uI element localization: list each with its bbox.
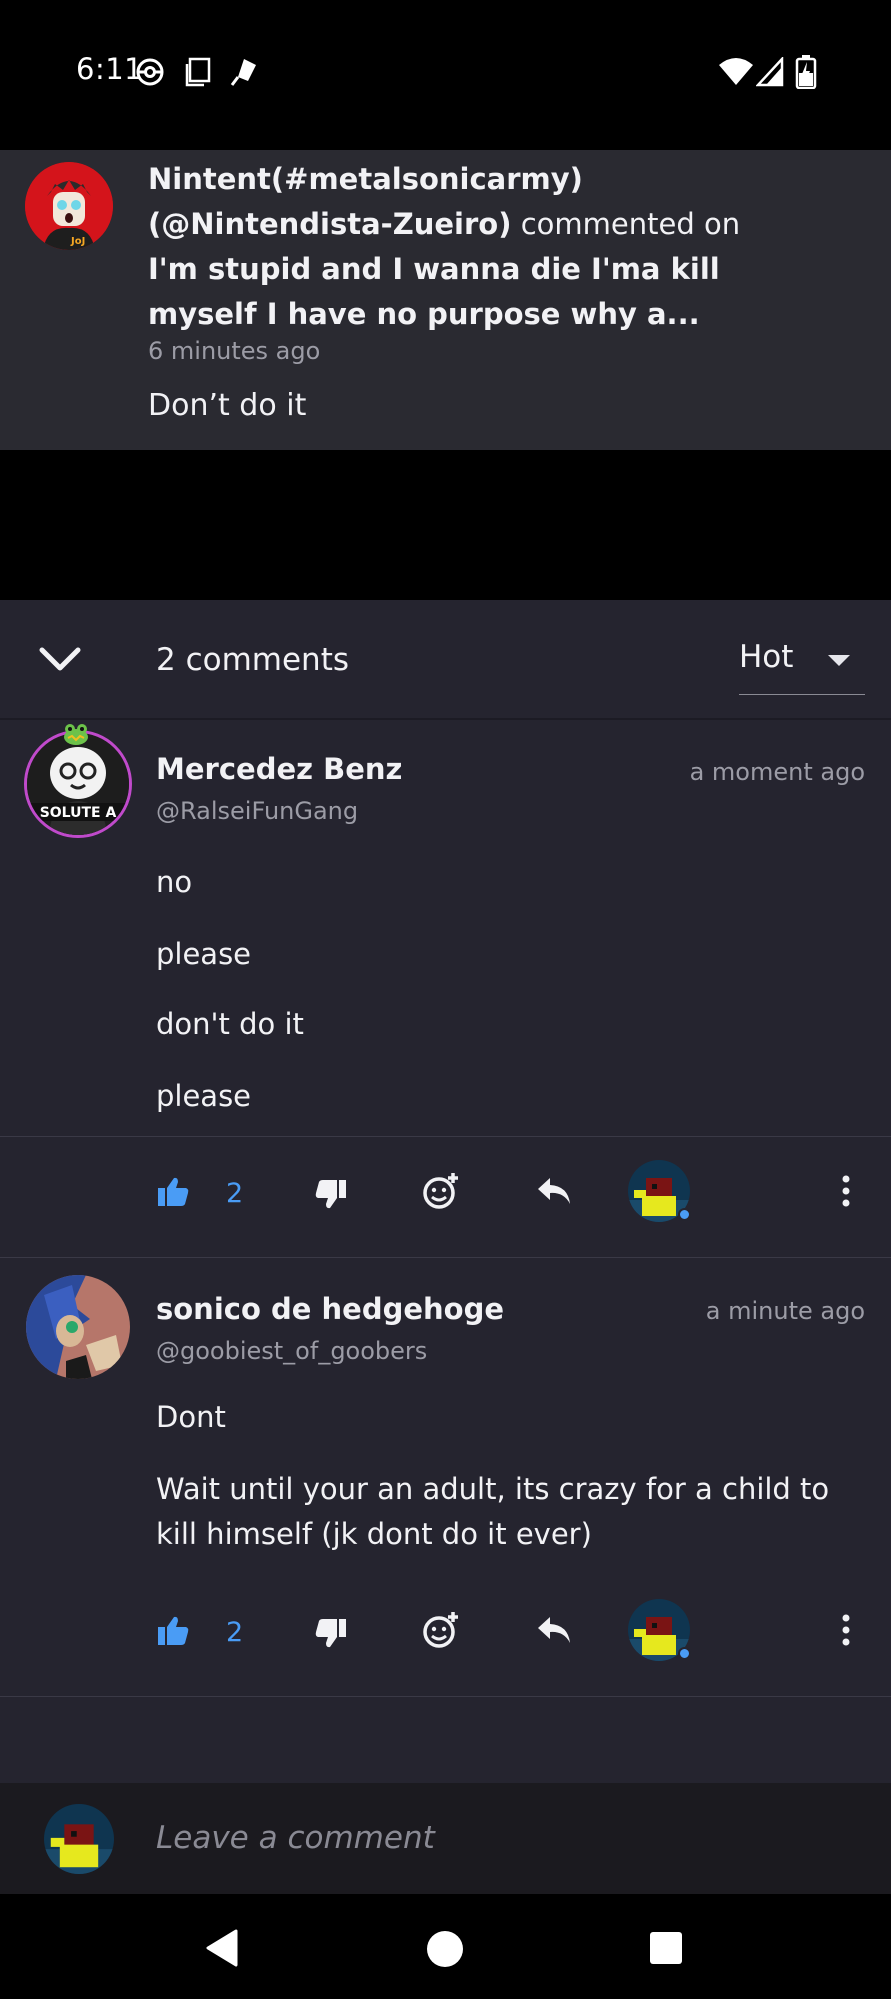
backdrop	[0, 450, 891, 600]
recents-icon[interactable]	[648, 1930, 684, 1966]
add-reaction-icon[interactable]	[422, 1172, 460, 1210]
comment-author-name[interactable]: Mercedez Benz	[156, 752, 402, 786]
home-icon[interactable]	[425, 1929, 465, 1969]
divider	[0, 1257, 891, 1258]
status-bar: 6:11	[0, 0, 891, 150]
comment-input[interactable]	[156, 1813, 856, 1863]
add-reaction-icon[interactable]	[422, 1611, 460, 1649]
notification-body: Don’t do it	[148, 388, 307, 423]
sort-value: Hot	[739, 639, 794, 675]
notification-avatar[interactable]: JoJ	[25, 162, 113, 250]
sort-dropdown[interactable]: Hot	[739, 635, 865, 695]
comment-avatar[interactable]: SOLUTE A	[24, 730, 132, 838]
cartoon-avatar-image: JoJ	[25, 162, 113, 250]
thumbs-down-icon[interactable]	[314, 1617, 348, 1649]
comment-actions: 2	[0, 1599, 891, 1669]
comment-author-name[interactable]: sonico de hedgehoge	[156, 1292, 504, 1326]
notification-time: 6 minutes ago	[148, 337, 321, 365]
comment-item: sonico de hedgehoge @goobiest_of_goobers…	[0, 1275, 891, 1620]
comment-author-handle[interactable]: @goobiest_of_goobers	[156, 1337, 427, 1365]
thumbs-up-icon[interactable]	[156, 1176, 190, 1208]
svg-text:JoJ: JoJ	[70, 236, 85, 247]
reply-icon[interactable]	[536, 1176, 572, 1206]
signal-icon	[756, 57, 784, 87]
comment-author-handle[interactable]: @RalseiFunGang	[156, 797, 358, 825]
thumbs-up-icon[interactable]	[156, 1615, 190, 1647]
comment-avatar[interactable]	[26, 1275, 130, 1379]
comments-panel: 2 comments Hot SOLUTE A Mercedez Benz @R…	[0, 600, 891, 1783]
more-options-icon[interactable]	[840, 1613, 852, 1647]
caret-down-icon	[828, 655, 850, 666]
battery-charging-icon	[795, 55, 817, 89]
comment-text-line: don't do it	[156, 1007, 304, 1041]
comment-text-line: please	[156, 1079, 252, 1113]
back-icon[interactable]	[204, 1928, 240, 1968]
frog-badge-icon	[64, 724, 88, 745]
comment-time: a moment ago	[689, 758, 865, 786]
like-count: 2	[226, 1617, 244, 1648]
reply-icon[interactable]	[536, 1615, 572, 1645]
notification-user-handle[interactable]: (@Nintendista-Zueiro)	[148, 207, 511, 241]
comment-text-line: Dont	[156, 1400, 226, 1434]
system-nav-bar	[0, 1894, 891, 1999]
more-options-icon[interactable]	[840, 1174, 852, 1208]
divider	[0, 1696, 891, 1697]
character-avatar-image: SOLUTE A	[27, 733, 129, 835]
wifi-icon	[719, 58, 753, 85]
comment-text-line: no	[156, 865, 193, 899]
comments-header: 2 comments Hot	[0, 600, 891, 720]
status-time: 6:11	[76, 52, 144, 86]
notification-user-name[interactable]: Nintent(#metalsonicarmy)	[148, 162, 583, 196]
notification-action: commented on	[520, 207, 741, 241]
notification-text[interactable]: Nintent(#metalsonicarmy) (@Nintendista-Z…	[148, 157, 798, 337]
tag-icon	[230, 59, 256, 86]
comment-item: SOLUTE A Mercedez Benz @RalseiFunGang a …	[0, 724, 891, 1137]
comment-text-line: Wait until your an adult, its crazy for …	[156, 1472, 830, 1551]
comment-count: 2 comments	[156, 642, 350, 678]
pixel-avatar-image	[44, 1804, 114, 1874]
comment-text-line: please	[156, 937, 252, 971]
like-count: 2	[226, 1178, 244, 1209]
notification-post-title[interactable]: I'm stupid and I wanna die I'ma kill mys…	[148, 252, 720, 331]
comment-actions: 2	[0, 1160, 891, 1230]
heart-reaction-badge	[678, 1647, 691, 1660]
notification-card[interactable]: JoJ Nintent(#metalsonicarmy) (@Nintendis…	[0, 150, 891, 450]
avatar-caption: SOLUTE A	[40, 805, 117, 821]
screenshot-icon	[185, 57, 211, 87]
comment-composer	[0, 1783, 891, 1894]
comment-time: a minute ago	[705, 1297, 865, 1325]
current-user-avatar	[44, 1804, 114, 1874]
chevron-down-icon[interactable]	[36, 640, 84, 680]
heart-reaction-badge	[678, 1208, 691, 1221]
thumbs-down-icon[interactable]	[314, 1178, 348, 1210]
hedgehog-avatar-image	[26, 1275, 130, 1379]
pokeball-icon	[136, 58, 164, 86]
